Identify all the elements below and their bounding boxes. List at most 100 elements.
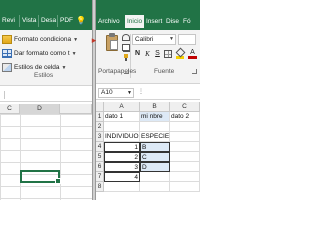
cell-a3[interactable]: INDIVIDUO (104, 132, 140, 142)
tab-pdf[interactable]: PDF (57, 15, 73, 27)
tab-vista[interactable]: Vista (19, 15, 36, 27)
tab-insertar[interactable]: Insert (146, 15, 162, 28)
grid-line (60, 114, 61, 200)
cell-a6[interactable]: 3 (104, 162, 140, 172)
underline-button[interactable]: S (153, 49, 162, 59)
conditional-format-icon (2, 35, 12, 44)
row-header[interactable]: 1 (96, 112, 104, 122)
cell-a2[interactable] (104, 122, 140, 132)
cell-a1[interactable]: dato 1 (104, 112, 140, 122)
styles-group-label: Estilos (34, 72, 54, 79)
row-header[interactable]: 5 (96, 152, 104, 162)
row-header[interactable]: 6 (96, 162, 104, 172)
column-header-b[interactable]: B (140, 102, 170, 112)
font-size-dropdown[interactable] (178, 34, 196, 45)
column-header-row: C D (0, 104, 92, 114)
name-box-value: A10 (101, 89, 113, 96)
italic-button[interactable]: K (143, 49, 152, 59)
worksheet-grid[interactable] (0, 114, 92, 200)
column-header-d[interactable]: D (20, 104, 60, 114)
cell-b6[interactable]: D (140, 162, 170, 172)
cell-c2[interactable] (170, 122, 200, 132)
tab-desarrollador[interactable]: Desa (38, 15, 56, 27)
clip-icon (109, 33, 115, 37)
cell-styles-icon (2, 63, 12, 72)
cell-a4[interactable]: 1 (104, 142, 140, 152)
format-as-table-label: Dar formato como t (14, 50, 70, 57)
right-excel-window: Archivo Inicio Insert Dise Fó Calibri ▼ … (96, 0, 200, 200)
column-header-e[interactable] (60, 104, 92, 114)
cell-b2[interactable] (140, 122, 170, 132)
cell-c8[interactable] (170, 182, 200, 192)
dialog-launcher-icon[interactable] (124, 69, 129, 74)
copy-icon[interactable] (122, 44, 130, 51)
formula-bar: A10 ▼ ⋮ (96, 86, 200, 100)
cell-c5[interactable] (170, 152, 200, 162)
cell-c4[interactable] (170, 142, 200, 152)
divider (4, 91, 5, 99)
row-header[interactable]: 4 (96, 142, 104, 152)
font-name-value: Calibri (135, 36, 154, 43)
cell-b1[interactable]: mi nbre (140, 112, 170, 122)
chevron-down-icon: ▼ (71, 50, 77, 57)
ribbon-tab-bar: Archivo Inicio Insert Dise Fó (96, 0, 200, 30)
chevron-down-icon: ▼ (127, 90, 132, 96)
cut-icon[interactable] (122, 34, 130, 41)
tab-archivo[interactable]: Archivo (98, 15, 120, 28)
select-all-corner[interactable] (96, 102, 104, 112)
cell-styles-label: Estilos de celda (14, 64, 60, 71)
cell-b8[interactable] (140, 182, 170, 192)
font-color-button[interactable]: A (188, 49, 197, 59)
chevron-down-icon: ▼ (73, 36, 79, 43)
cell-a5[interactable]: 2 (104, 152, 140, 162)
cell-a7[interactable]: 4 (104, 172, 140, 182)
cell-b4[interactable]: B (140, 142, 170, 152)
chevron-down-icon: ▼ (61, 64, 67, 71)
format-painter-icon[interactable] (122, 54, 130, 61)
formula-bar[interactable] (0, 88, 92, 102)
chevron-down-icon: ▼ (169, 36, 174, 42)
ribbon-tab-bar: Revi Vista Desa PDF 💡 (0, 0, 92, 30)
paste-sheet-icon (110, 40, 118, 50)
cell-c7[interactable] (170, 172, 200, 182)
name-box[interactable]: A10 ▼ (98, 88, 134, 98)
dialog-launcher-icon[interactable] (192, 69, 197, 74)
font-group-label: Fuente (154, 68, 175, 75)
cell-c3[interactable] (170, 132, 200, 142)
font-name-dropdown[interactable]: Calibri ▼ (132, 34, 176, 45)
tab-inicio[interactable]: Inicio (125, 15, 145, 28)
cell-b7[interactable] (140, 172, 170, 182)
selected-cell[interactable] (20, 170, 61, 184)
cell-c6[interactable] (170, 162, 200, 172)
conditional-format-label: Formato condiciona (14, 36, 72, 43)
row-header[interactable]: 2 (96, 122, 104, 132)
left-excel-window: Revi Vista Desa PDF 💡 Formato condiciona… (0, 0, 92, 200)
column-header-c[interactable]: C (170, 102, 200, 112)
lightbulb-icon[interactable]: 💡 (76, 15, 86, 27)
column-header-row: A B C (96, 102, 200, 112)
fill-color-icon[interactable] (176, 49, 184, 59)
tab-formulas[interactable]: Fó (183, 15, 191, 28)
format-as-table-button[interactable]: Dar formato como t ▼ (2, 47, 77, 60)
bold-button[interactable]: N (133, 49, 142, 59)
cell-b3[interactable]: ESPECIE (140, 132, 170, 142)
borders-icon[interactable] (164, 50, 172, 58)
clipboard-group-label: Portapapeles (98, 68, 137, 75)
cell-b5[interactable]: C (140, 152, 170, 162)
worksheet-grid[interactable]: 1 dato 1 mi nbre dato 2 2 3 INDIVIDUO ES… (96, 112, 200, 200)
cell-c1[interactable]: dato 2 (170, 112, 200, 122)
column-header-c[interactable]: C (0, 104, 20, 114)
table-icon (2, 49, 12, 58)
ribbon-home-panel: Calibri ▼ N K S A Portapapeles Fuente (96, 30, 200, 84)
more-icon: ⋮ (138, 89, 144, 95)
row-header[interactable]: 8 (96, 182, 104, 192)
row-header[interactable]: 3 (96, 132, 104, 142)
paste-button[interactable] (104, 33, 120, 53)
row-header[interactable]: 7 (96, 172, 104, 182)
tab-diseno[interactable]: Dise (166, 15, 179, 28)
grid-line (20, 114, 21, 200)
cell-a8[interactable] (104, 182, 140, 192)
tab-revisar[interactable]: Revi (2, 15, 15, 27)
conditional-format-button[interactable]: Formato condiciona ▼ (2, 33, 78, 46)
column-header-a[interactable]: A (104, 102, 140, 112)
